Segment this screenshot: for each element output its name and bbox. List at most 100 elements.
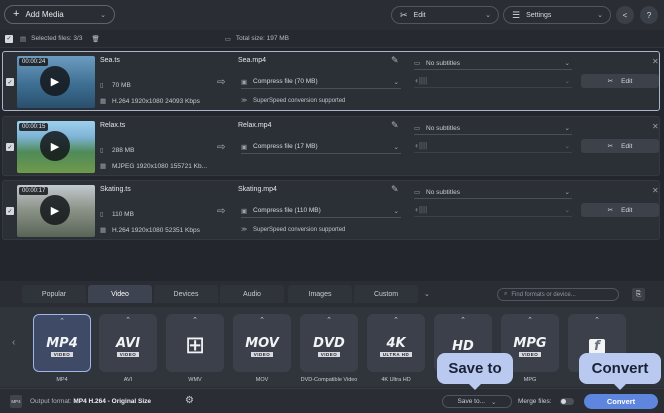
save-to-callout: Save to: [437, 353, 513, 390]
file-name: Sea.ts: [100, 57, 120, 64]
output-format-label: Output format:: [30, 398, 72, 405]
save-to-dropdown[interactable]: Save to... ⌄: [442, 395, 512, 408]
film-icon: ▦: [100, 227, 107, 234]
tools-icon: ✂: [607, 78, 614, 85]
rename-pencil-icon[interactable]: ✎: [391, 120, 399, 131]
duration-badge: 00:00:15: [19, 123, 49, 131]
help-icon[interactable]: ?: [640, 6, 658, 24]
audio-dropdown[interactable]: ◖|||| ⌄: [414, 139, 572, 153]
file-name: Relax.ts: [100, 122, 126, 129]
format-4k[interactable]: ⌃ 4K ULTRA HD: [367, 314, 425, 372]
tab-images[interactable]: Images: [288, 285, 352, 303]
chevron-left-icon[interactable]: ‹: [12, 337, 15, 348]
format-wmv[interactable]: ⌃ ⊞: [166, 314, 224, 372]
subtitles-dropdown[interactable]: ▭ No subtitles ⌄: [414, 186, 572, 199]
format-tabs: Popular Video Devices Audio Images Custo…: [0, 283, 664, 303]
audio-dropdown[interactable]: ◖|||| ⌄: [414, 203, 572, 217]
chevron-up-icon: ⌃: [527, 317, 533, 324]
file-row[interactable]: ✓ 00:00:17 ▶ Skating.ts ▯ 110 MB ▦ H.264 1…: [2, 180, 660, 240]
file-codec: MJPEG 1920x1080 155721 Kb...: [112, 163, 208, 170]
file-checkbox[interactable]: ✓: [6, 143, 14, 151]
file-row[interactable]: ✓ 00:00:15 ▶ Relax.ts ▯ 288 MB ▦ MJPEG 192…: [2, 116, 660, 176]
hd-icon: HD: [452, 338, 474, 354]
close-icon[interactable]: ✕: [652, 57, 659, 66]
top-toolbar: + Add Media ⌄ ✂ Edit ⌄ ☰ Settings ⌄ < ?: [0, 0, 664, 30]
file-checkbox[interactable]: ✓: [6, 78, 14, 86]
format-label: MP4: [56, 377, 68, 383]
mpg-icon: MPG: [513, 335, 547, 351]
convert-button[interactable]: Convert: [584, 394, 658, 409]
play-icon[interactable]: ▶: [40, 66, 70, 96]
rename-pencil-icon[interactable]: ✎: [391, 184, 399, 195]
duration-badge: 00:00:24: [19, 58, 49, 66]
edit-file-button[interactable]: ✂ Edit: [581, 74, 659, 88]
format-carousel: ‹ ⌃ MP4 VIDEO MP4 ⌃ AVI VIDEO AVI ⌃ ⊞ WM…: [0, 307, 664, 387]
format-mp4[interactable]: ⌃ MP4 VIDEO: [33, 314, 91, 372]
video-thumbnail[interactable]: 00:00:17 ▶: [17, 185, 95, 237]
edit-file-button[interactable]: ✂ Edit: [581, 203, 659, 217]
chevron-down-icon: ⌄: [564, 77, 570, 85]
chevron-down-icon: ⌄: [393, 143, 399, 151]
format-dvd[interactable]: ⌃ DVD VIDEO: [300, 314, 358, 372]
chevron-down-icon: ⌄: [393, 207, 399, 215]
compress-dropdown[interactable]: ▣ Compress file (70 MB) ⌄: [241, 75, 401, 89]
chevron-up-icon: ⌃: [59, 318, 65, 325]
export-icon[interactable]: ⎘: [632, 288, 645, 301]
tab-popular[interactable]: Popular: [22, 285, 86, 303]
format-badge: ULTRA HD: [379, 351, 413, 357]
output-file-name: Sea.mp4: [238, 57, 267, 64]
edit-file-button[interactable]: ✂ Edit: [581, 139, 659, 153]
flash-icon: f: [589, 338, 605, 354]
close-icon[interactable]: ✕: [652, 122, 659, 131]
superspeed-icon: ≫: [241, 98, 248, 104]
rename-pencil-icon[interactable]: ✎: [391, 55, 399, 66]
video-thumbnail[interactable]: 00:00:15 ▶: [17, 121, 95, 173]
selection-bar: ✓ ▤ Selected files: 3/3 🗑 ▭ Total size: …: [0, 30, 664, 48]
merge-files-toggle[interactable]: [560, 398, 574, 405]
file-size: 110 MB: [112, 211, 134, 218]
edit-dropdown[interactable]: ✂ Edit ⌄: [391, 6, 499, 24]
subtitles-icon: ▭: [414, 60, 421, 67]
video-thumbnail[interactable]: 00:00:24 ▶: [17, 56, 95, 108]
subtitles-dropdown[interactable]: ▭ No subtitles ⌄: [414, 57, 572, 70]
subtitles-label: No subtitles: [426, 124, 460, 132]
film-icon: ▦: [100, 98, 107, 105]
play-icon[interactable]: ▶: [40, 195, 70, 225]
edit-file-label: Edit: [621, 142, 633, 150]
file-codec: H.264 1920x1080 24093 Kbps: [112, 98, 200, 105]
dvd-icon: DVD: [313, 335, 345, 351]
tab-audio[interactable]: Audio: [220, 285, 284, 303]
gear-icon[interactable]: ⚙: [185, 395, 194, 406]
subtitles-label: No subtitles: [426, 59, 460, 67]
compress-dropdown[interactable]: ▣ Compress file (110 MB) ⌄: [241, 204, 401, 218]
chevron-down-icon: ⌄: [393, 78, 399, 86]
settings-dropdown-label: Settings: [526, 11, 552, 19]
chevron-down-icon[interactable]: ⌄: [424, 290, 430, 298]
format-avi[interactable]: ⌃ AVI VIDEO: [99, 314, 157, 372]
format-search-input[interactable]: ⌕ Find formats or device...: [497, 288, 619, 301]
file-row[interactable]: ✓ 00:00:24 ▶ Sea.ts ▯ 70 MB ▦ H.264 1920x1…: [2, 51, 660, 111]
edit-dropdown-label: Edit: [413, 11, 426, 19]
compress-dropdown[interactable]: ▣ Compress file (17 MB) ⌄: [241, 140, 401, 154]
output-format-value: MP4 H.264 - Original Size: [73, 398, 152, 405]
tab-video[interactable]: Video: [88, 285, 152, 303]
file-checkbox[interactable]: ✓: [6, 207, 14, 215]
chevron-up-icon: ⌃: [125, 317, 131, 324]
play-icon[interactable]: ▶: [40, 131, 70, 161]
format-label: MOV: [255, 377, 269, 383]
output-format: Output format: MP4 H.264 - Original Size: [30, 398, 151, 405]
audio-dropdown[interactable]: ◖|||| ⌄: [414, 74, 572, 88]
tab-devices[interactable]: Devices: [154, 285, 218, 303]
trash-icon[interactable]: 🗑: [91, 35, 99, 43]
settings-dropdown[interactable]: ☰ Settings ⌄: [503, 6, 611, 24]
convert-arrow-icon: ⇨: [217, 142, 226, 153]
add-media-button[interactable]: + Add Media ⌄: [4, 5, 115, 24]
close-icon[interactable]: ✕: [652, 186, 659, 195]
subtitles-dropdown[interactable]: ▭ No subtitles ⌄: [414, 122, 572, 135]
tab-custom[interactable]: Custom: [354, 285, 418, 303]
select-all-checkbox[interactable]: ✓: [5, 34, 13, 43]
format-badge: VIDEO: [50, 351, 74, 357]
share-icon[interactable]: <: [616, 6, 634, 24]
chevron-down-icon: ⌄: [100, 11, 106, 19]
format-mov[interactable]: ⌃ MOV VIDEO: [233, 314, 291, 372]
